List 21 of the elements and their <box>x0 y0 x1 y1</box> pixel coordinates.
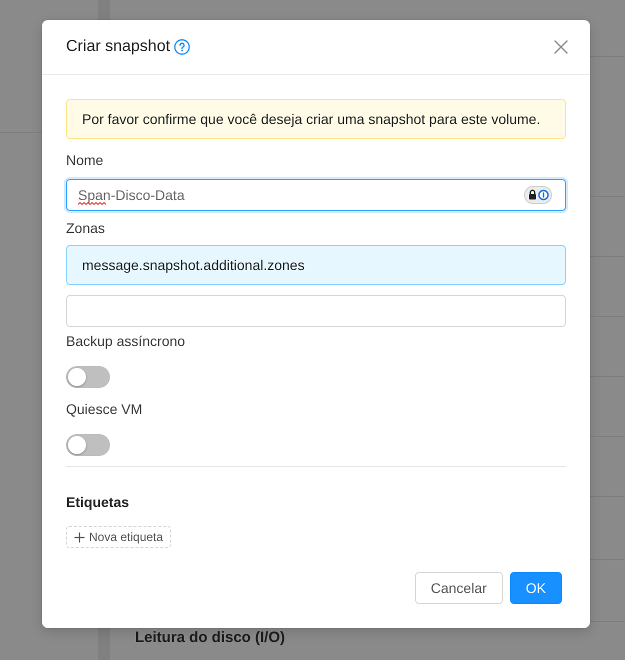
info-message: message.snapshot.additional.zones <box>66 245 566 285</box>
name-input-field[interactable]: Span-Disco-Data <box>66 179 566 211</box>
spellcheck-squiggle-icon <box>78 202 106 205</box>
help-icon[interactable] <box>174 39 190 55</box>
toggle-switch[interactable] <box>66 434 110 456</box>
field-label: Backup assíncrono <box>66 332 186 351</box>
field-label: Quiesce VM <box>66 400 142 419</box>
input-field[interactable] <box>66 295 566 327</box>
plus-icon <box>74 532 85 542</box>
close-button[interactable] <box>552 38 570 56</box>
section-title: Leitura do disco (I/O) <box>135 629 286 646</box>
field-label: Nome <box>66 151 104 170</box>
warning-message: Por favor confirme que você deseja criar uma snapshot para este volume. <box>66 99 566 139</box>
password-manager-icon[interactable] <box>524 186 552 204</box>
field-label: Zonas <box>66 219 105 238</box>
section-heading: Etiquetas <box>66 493 130 512</box>
new-tag-button[interactable]: Nova etiqueta <box>66 526 172 548</box>
close-icon <box>554 40 568 54</box>
dialog-title: Criar snapshot <box>66 37 170 57</box>
cancel-button[interactable]: Cancelar <box>414 572 503 604</box>
toggle-switch[interactable] <box>66 366 110 388</box>
